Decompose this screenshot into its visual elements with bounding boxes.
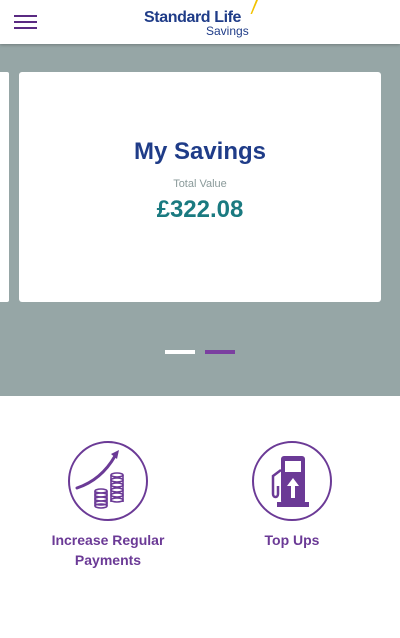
carousel-dot-2[interactable] [205,350,235,354]
increase-regular-payments-button[interactable]: Increase Regular Payments [28,440,188,570]
coins-growth-icon [68,441,148,521]
top-ups-button[interactable]: Top Ups [212,440,372,550]
fuel-pump-icon [252,441,332,521]
standard-life-logo: Standard Life Savings [140,0,265,44]
increase-regular-payments-label: Increase Regular Payments [51,532,165,568]
logo-sub-text: Savings [206,24,249,38]
total-value-label: Total Value [173,178,227,190]
carousel-pagination [165,350,237,354]
app-header: Standard Life Savings [0,0,400,44]
logo-flash-icon [250,0,258,14]
carousel-dot-1[interactable] [165,350,195,354]
top-ups-label: Top Ups [264,532,320,548]
total-value-amount: £322.08 [156,196,244,223]
card-title: My Savings [133,138,267,165]
savings-carousel[interactable]: My Savings Total Value £322.08 [0,44,400,396]
previous-card[interactable] [0,72,9,302]
hamburger-menu-icon[interactable] [14,13,38,31]
my-savings-card[interactable]: My Savings Total Value £322.08 [19,72,381,302]
